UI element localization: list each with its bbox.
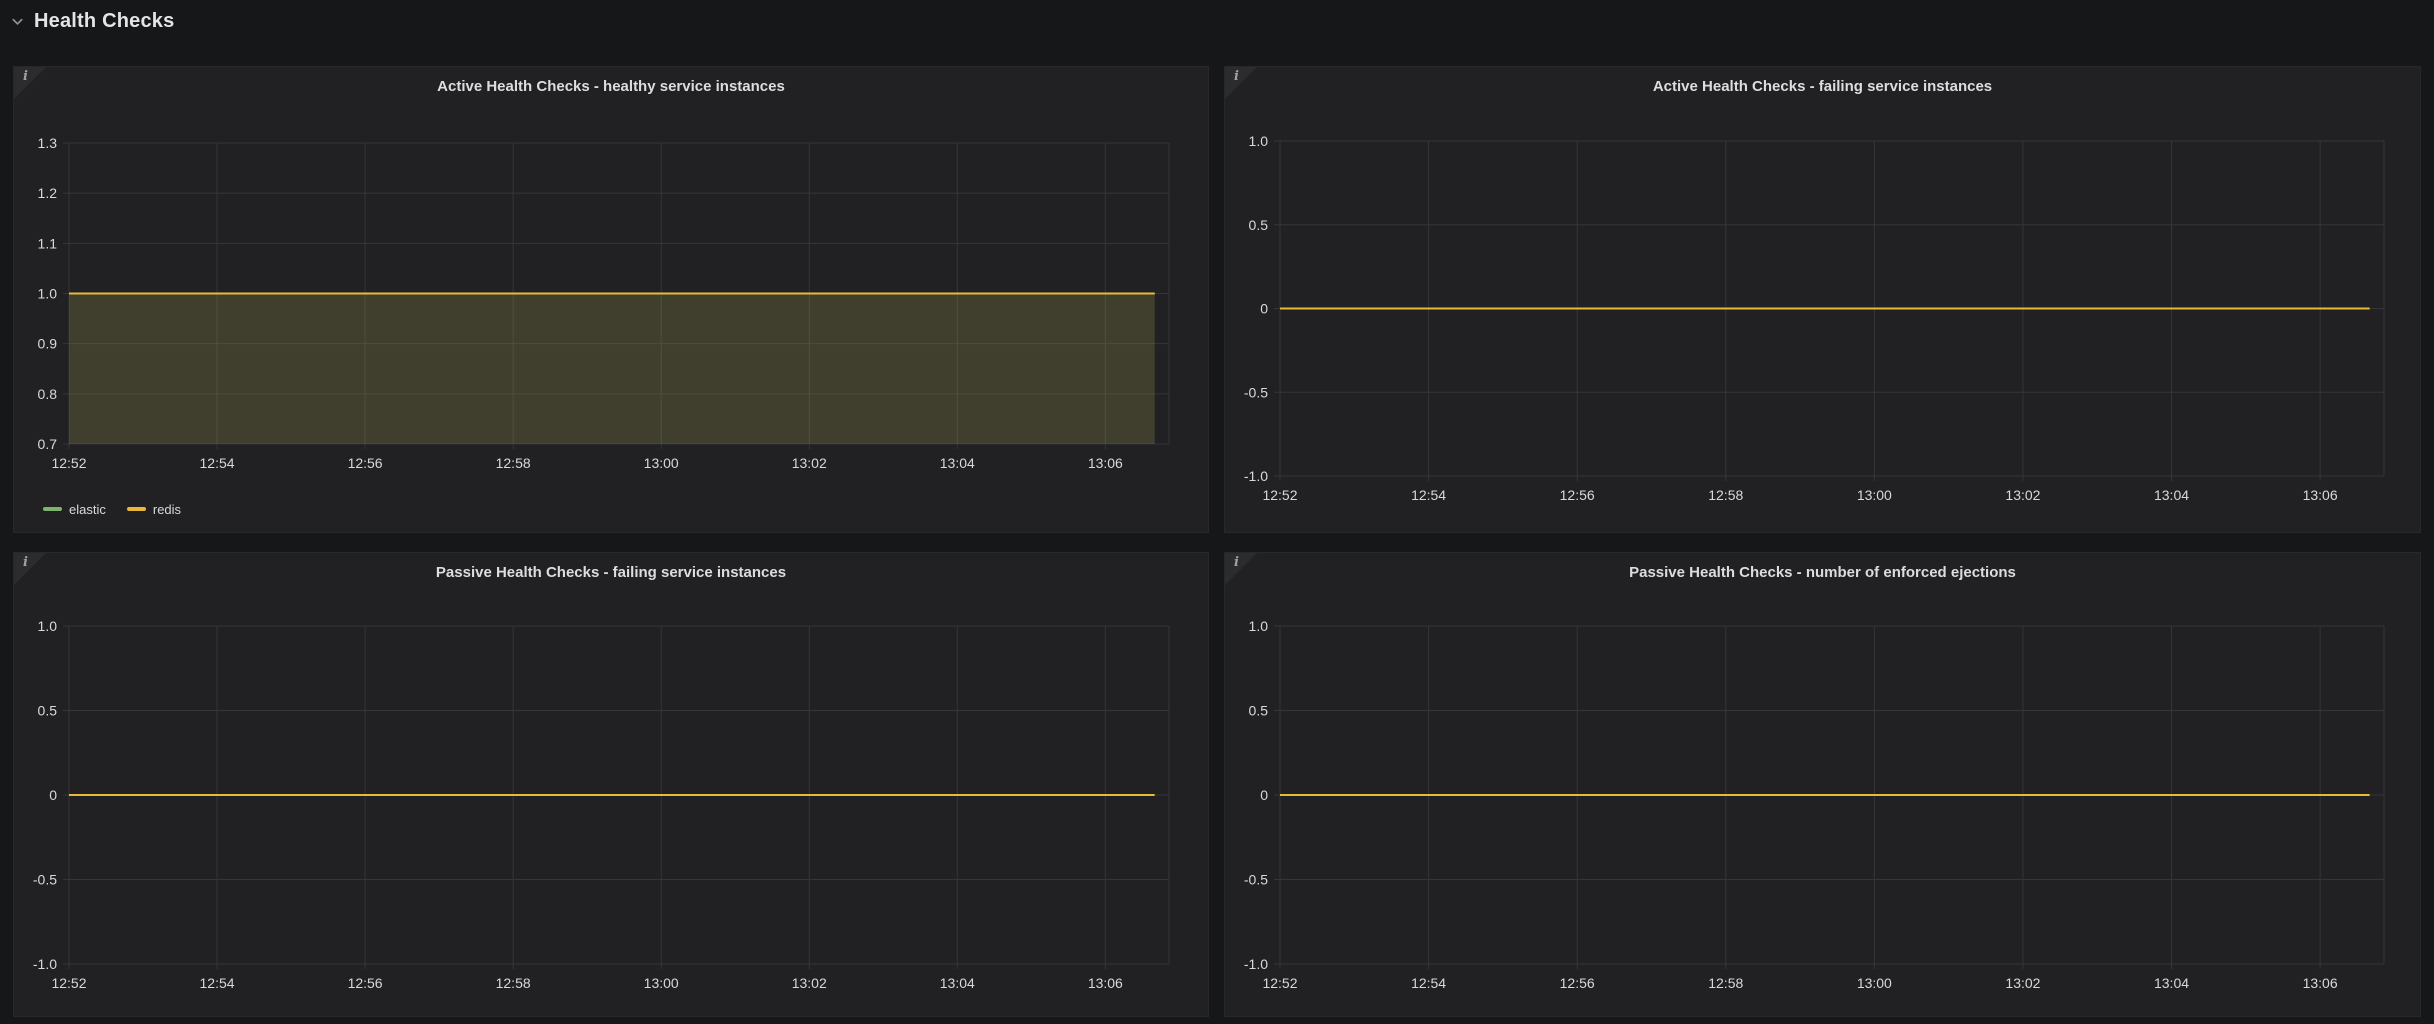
x-axis-label: 13:00	[1857, 975, 1892, 991]
y-axis-label: 0	[1260, 301, 1268, 317]
y-axis-label: -1.0	[1244, 956, 1268, 972]
y-axis-label: 0.8	[38, 386, 58, 402]
y-axis-label: 0	[1260, 787, 1268, 803]
x-axis-label: 13:04	[2154, 487, 2189, 503]
x-axis-label: 13:06	[2303, 487, 2338, 503]
y-axis-label: 0.5	[1249, 703, 1269, 719]
y-axis-label: 1.0	[38, 286, 58, 302]
x-axis-label: 12:58	[496, 455, 531, 471]
y-axis-label: -1.0	[1244, 468, 1268, 484]
y-axis-label: 0.5	[38, 703, 58, 719]
panel-active-health-checks-failing: i Active Health Checks - failing service…	[1224, 66, 2421, 533]
x-axis-label: 13:00	[1857, 487, 1892, 503]
chart-active-healthy[interactable]: 1.3 1.2 1.1 1.0 0.9 0.8 0.7 12:52 12:54 12:56 12:5…	[14, 67, 1208, 532]
x-axis-label: 12:56	[348, 455, 383, 471]
legend-swatch	[127, 507, 146, 511]
x-axis-label: 13:04	[2154, 975, 2189, 991]
row-header-health-checks[interactable]: Health Checks	[10, 8, 174, 34]
y-axis-label: 1.1	[38, 235, 58, 251]
series-fill	[69, 294, 1155, 445]
panel-info-corner[interactable]	[14, 553, 46, 585]
x-axis-label: 12:58	[496, 975, 531, 991]
y-axis-label: 1.0	[38, 618, 58, 634]
y-axis-label: 0.7	[38, 436, 58, 452]
panel-info-corner[interactable]	[1225, 67, 1257, 99]
x-axis-label: 12:56	[1560, 487, 1595, 503]
x-axis-label: 12:52	[1262, 975, 1297, 991]
panel-info-corner[interactable]	[1225, 553, 1257, 585]
x-axis-label: 13:02	[792, 975, 827, 991]
y-axis-label: -1.0	[33, 956, 57, 972]
y-axis-label: 1.3	[38, 135, 58, 151]
legend-label: elastic	[69, 502, 106, 517]
x-axis-label: 12:54	[1411, 487, 1446, 503]
panel-active-health-checks-healthy: i Active Health Checks - healthy service…	[13, 66, 1209, 533]
x-axis-label: 13:06	[1088, 455, 1123, 471]
x-axis-label: 13:06	[2303, 975, 2338, 991]
row-title: Health Checks	[34, 10, 174, 33]
x-axis-label: 12:58	[1708, 487, 1743, 503]
y-axis-label: 0.9	[38, 336, 58, 352]
x-axis-label: 13:06	[1088, 975, 1123, 991]
panel-title[interactable]: Passive Health Checks - number of enforc…	[1225, 553, 2420, 581]
x-axis-label: 12:58	[1708, 975, 1743, 991]
x-axis-label: 12:56	[1560, 975, 1595, 991]
y-axis-label: -0.5	[33, 872, 57, 888]
y-axis-label: 1.2	[38, 185, 58, 201]
y-axis-label: 1.0	[1249, 618, 1269, 634]
x-axis-label: 13:04	[940, 455, 975, 471]
legend-swatch	[43, 507, 62, 511]
legend-item-elastic[interactable]: elastic	[43, 502, 106, 517]
y-axis-label: 0	[49, 787, 57, 803]
y-axis-label: 1.0	[1249, 133, 1269, 149]
x-axis-label: 13:02	[2005, 975, 2040, 991]
dashboard: Health Checks i Active Health Checks - h…	[0, 0, 2434, 1024]
chart-passive-ejections[interactable]: 1.0 0.5 0 -0.5 -1.0 12:52 12:54 12:56 12:58 13:00…	[1225, 553, 2420, 1016]
x-axis-label: 12:54	[1411, 975, 1446, 991]
y-axis-label: -0.5	[1244, 872, 1268, 888]
legend-label: redis	[153, 502, 181, 517]
chart-passive-failing[interactable]: 1.0 0.5 0 -0.5 -1.0 12:52 12:54 12:56 12:58 13:00…	[14, 553, 1208, 1016]
x-axis-label: 12:52	[1262, 487, 1297, 503]
x-axis-label: 13:02	[792, 455, 827, 471]
panel-title[interactable]: Active Health Checks - healthy service i…	[14, 67, 1208, 95]
panel-passive-health-checks-ejections: i Passive Health Checks - number of enfo…	[1224, 552, 2421, 1017]
x-axis-label: 13:04	[940, 975, 975, 991]
x-axis-label: 12:52	[51, 975, 86, 991]
panel-title[interactable]: Passive Health Checks - failing service …	[14, 553, 1208, 581]
x-axis-label: 13:00	[644, 455, 679, 471]
chevron-down-icon	[10, 14, 25, 29]
x-axis-label: 12:54	[200, 455, 235, 471]
panel-passive-health-checks-failing: i Passive Health Checks - failing servic…	[13, 552, 1209, 1017]
panel-info-corner[interactable]	[14, 67, 46, 99]
x-axis-label: 12:56	[348, 975, 383, 991]
x-axis-label: 12:54	[200, 975, 235, 991]
panel-title[interactable]: Active Health Checks - failing service i…	[1225, 67, 2420, 95]
x-axis-label: 12:52	[51, 455, 86, 471]
x-axis-label: 13:02	[2005, 487, 2040, 503]
legend: elastic redis	[43, 500, 181, 518]
y-axis-label: 0.5	[1249, 217, 1269, 233]
chart-active-failing[interactable]: 1.0 0.5 0 -0.5 -1.0 12:52 12:54 12:56 12:58 13:00…	[1225, 67, 2420, 532]
y-axis-label: -0.5	[1244, 384, 1268, 400]
x-axis-label: 13:00	[644, 975, 679, 991]
legend-item-redis[interactable]: redis	[127, 502, 181, 517]
